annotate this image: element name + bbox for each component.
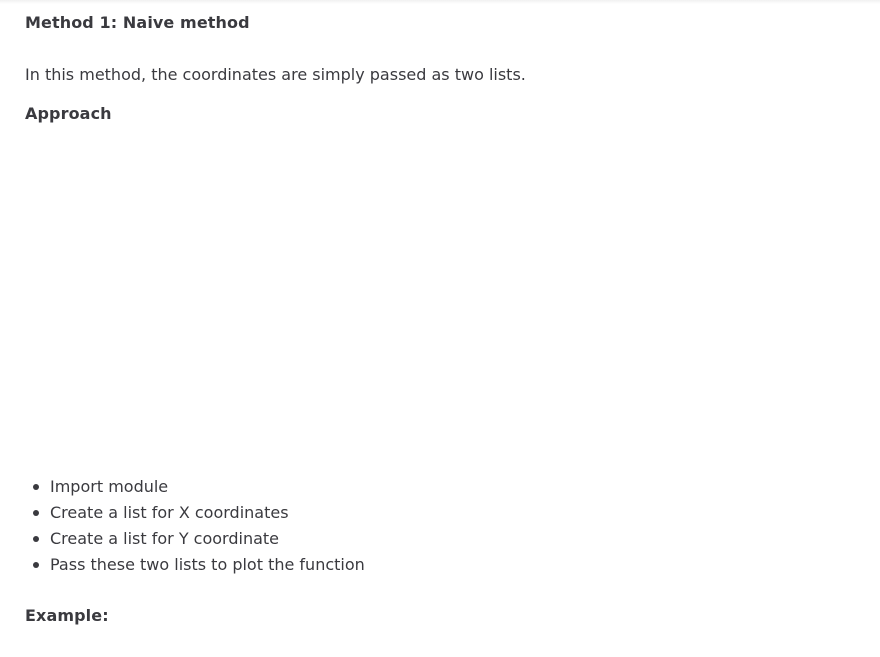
intro-paragraph: In this method, the coordinates are simp…: [25, 65, 526, 84]
step-text: Pass these two lists to plot the functio…: [50, 555, 365, 574]
top-divider: [0, 0, 880, 4]
approach-heading: Approach: [25, 104, 112, 123]
list-item: Pass these two lists to plot the functio…: [33, 554, 365, 580]
bullet-icon: [33, 536, 39, 542]
list-item: Import module: [33, 476, 365, 502]
bullet-icon: [33, 510, 39, 516]
example-heading: Example:: [25, 606, 109, 625]
step-text: Create a list for X coordinates: [50, 503, 289, 522]
blank-content-area: [25, 140, 855, 470]
list-item: Create a list for X coordinates: [33, 502, 365, 528]
step-text: Import module: [50, 477, 169, 496]
approach-steps-list: Import module Create a list for X coordi…: [25, 476, 365, 580]
method-heading: Method 1: Naive method: [25, 13, 250, 32]
bullet-icon: [33, 562, 39, 568]
bullet-icon: [33, 484, 39, 490]
list-item: Create a list for Y coordinate: [33, 528, 365, 554]
step-text: Create a list for Y coordinate: [50, 529, 280, 548]
